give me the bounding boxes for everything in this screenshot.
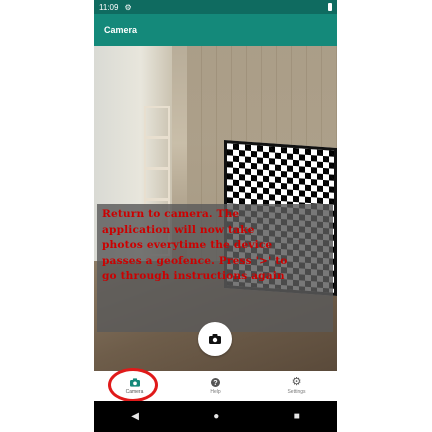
camera-icon xyxy=(209,334,221,344)
gear-icon: ⚙ xyxy=(291,376,302,388)
recents-icon[interactable]: ■ xyxy=(294,411,300,422)
instruction-line: photos everytime the device xyxy=(102,239,273,251)
nav-help[interactable]: ? Help xyxy=(175,371,256,401)
system-navigation-bar: ◀ ● ■ xyxy=(94,401,337,432)
phone-screen: 11:09 ⚙ Camera Return to camera. The app… xyxy=(94,0,337,432)
help-icon: ? xyxy=(211,377,220,387)
app-bar: Camera xyxy=(94,14,337,46)
instruction-overlay: Return to camera. The application will n… xyxy=(97,204,333,332)
back-icon[interactable]: ◀ xyxy=(131,411,139,422)
highlight-circle xyxy=(108,368,158,402)
nav-label: Settings xyxy=(287,389,306,395)
nav-settings[interactable]: ⚙ Settings xyxy=(256,371,337,401)
svg-text:?: ? xyxy=(213,378,217,387)
instruction-line: Return to camera. The xyxy=(102,208,240,220)
status-time: 11:09 xyxy=(99,2,119,12)
settings-status-icon: ⚙ xyxy=(124,2,132,12)
bottom-navigation: Camera ? Help ⚙ Settings xyxy=(94,368,337,402)
camera-preview: Return to camera. The application will n… xyxy=(94,46,337,371)
status-bar: 11:09 ⚙ xyxy=(94,0,337,14)
nav-camera[interactable]: Camera xyxy=(94,368,175,402)
instruction-line: passes a geofence. Press '>' to xyxy=(102,254,288,267)
nav-label: Help xyxy=(210,388,221,395)
capture-button[interactable] xyxy=(198,322,232,356)
app-title: Camera xyxy=(104,25,138,35)
instruction-line: go through instructions again xyxy=(102,270,285,282)
battery-icon xyxy=(328,3,332,11)
home-icon[interactable]: ● xyxy=(213,411,219,422)
instruction-line: application will now take xyxy=(102,223,255,236)
